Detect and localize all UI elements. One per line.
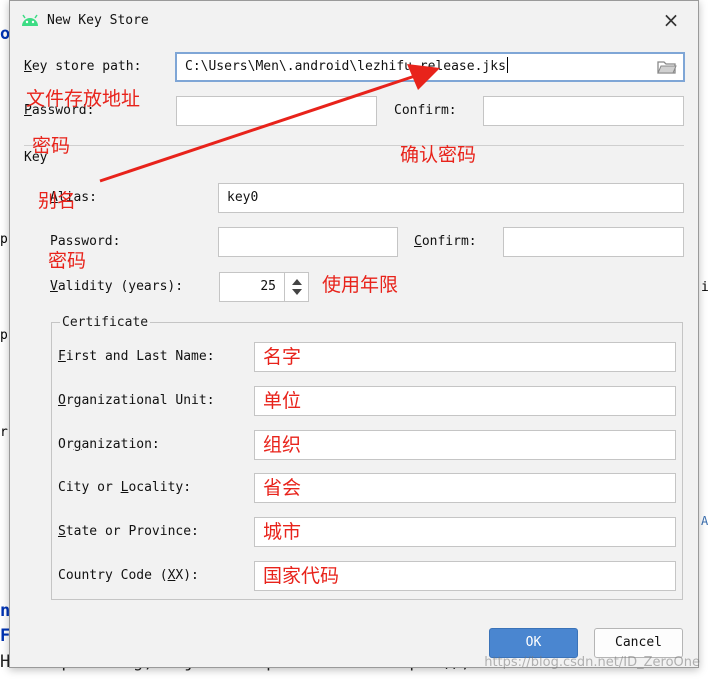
spinner-down-icon[interactable] — [292, 289, 302, 295]
cancel-button[interactable]: Cancel — [594, 628, 683, 658]
keystore-confirm-input[interactable] — [483, 96, 684, 126]
annotation-alias: 别名 — [38, 190, 77, 212]
key-confirm-input[interactable] — [503, 227, 684, 257]
org-unit-input[interactable]: 单位 — [254, 386, 676, 416]
country-code-label: Country Code (XX): — [58, 568, 199, 583]
android-icon — [22, 14, 38, 26]
country-code-input[interactable]: 国家代码 — [254, 561, 676, 591]
keystore-path-input[interactable]: C:\Users\Men\.android\lezhifu_release.jk… — [175, 52, 685, 82]
key-password-input[interactable] — [218, 227, 398, 257]
annotation-key-password: 密码 — [48, 250, 87, 272]
keystore-confirm-label: Confirm: — [394, 103, 457, 118]
dialog-title: New Key Store — [47, 13, 149, 28]
close-button[interactable]: × — [660, 9, 682, 31]
spinner-up-icon[interactable] — [292, 279, 302, 285]
organization-label: Organization: — [58, 437, 160, 452]
folder-icon[interactable] — [657, 59, 677, 75]
alias-input[interactable]: key0 — [218, 183, 684, 213]
city-locality-label: City or Locality: — [58, 480, 192, 495]
annotation-validity: 使用年限 — [322, 274, 399, 296]
dialog-titlebar: New Key Store × — [10, 1, 698, 39]
first-last-name-input[interactable]: 名字 — [254, 342, 676, 372]
state-province-label: State or Province: — [58, 524, 199, 539]
keystore-password-input[interactable] — [176, 96, 377, 126]
certificate-group: Certificate First and Last Name: 名字 Orga… — [51, 315, 683, 600]
annotation-password: 密码 — [32, 135, 71, 157]
validity-spinner[interactable]: 25 — [219, 272, 309, 302]
background-code-fragment: p — [0, 328, 8, 343]
watermark: https://blog.csdn.net/ID_ZeroOne — [484, 655, 700, 670]
key-confirm-label: Confirm: — [414, 234, 477, 249]
annotation-confirm: 确认密码 — [400, 144, 477, 166]
keystore-path-label: Key store path: — [24, 59, 142, 74]
section-divider — [24, 145, 684, 146]
org-unit-label: Organizational Unit: — [58, 393, 215, 408]
first-last-name-label: First and Last Name: — [58, 349, 215, 364]
background-code-fragment: r — [0, 425, 8, 440]
ok-button[interactable]: OK — [489, 628, 578, 658]
annotation-path: 文件存放地址 — [26, 88, 141, 110]
background-code-fragment: i — [701, 280, 709, 295]
city-locality-input[interactable]: 省会 — [254, 473, 676, 503]
background-code-fragment: p — [0, 232, 8, 247]
certificate-legend: Certificate — [60, 315, 151, 330]
background-code-fragment: A — [701, 514, 709, 528]
state-province-input[interactable]: 城市 — [254, 517, 676, 547]
validity-label: Validity (years): — [50, 279, 184, 294]
spinner-arrows[interactable] — [284, 273, 308, 301]
organization-input[interactable]: 组织 — [254, 430, 676, 460]
